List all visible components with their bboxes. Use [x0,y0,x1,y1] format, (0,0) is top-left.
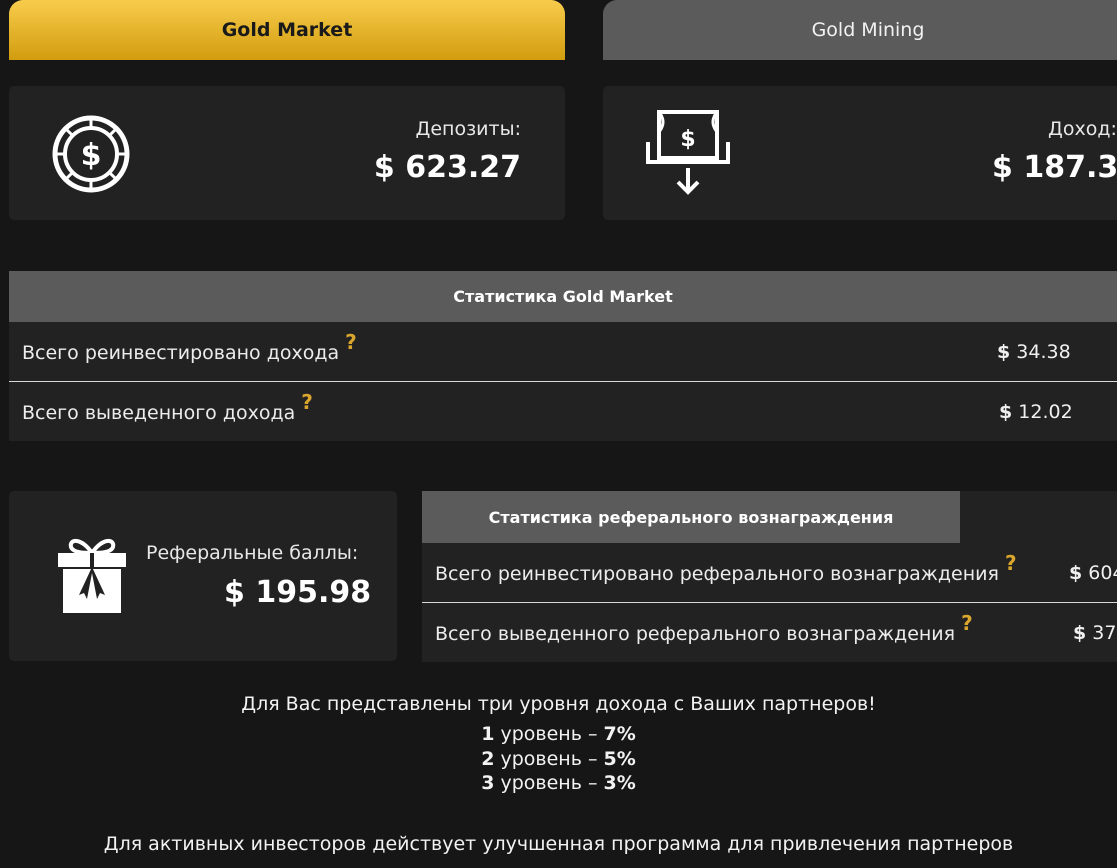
tab-gold-mining[interactable]: Gold Mining [603,0,1117,60]
tab-gold-mining-label: Gold Mining [811,19,925,41]
deposit-amount: $ 623.27 [373,150,521,185]
currency-sign: $ [999,400,1013,423]
level-percent: 7% [603,723,636,745]
table-row: Всего выведенного реферального вознаграж… [422,603,1117,662]
row-value: 604 [1088,561,1117,584]
tab-gold-market[interactable]: Gold Market [9,0,565,60]
currency-sign: $ [1069,561,1083,584]
level-text: уровень – [494,772,604,794]
svg-text:$: $ [680,127,695,152]
help-icon[interactable]: ? [961,611,973,635]
levels-intro-text: Для Вас представлены три уровня дохода с… [241,693,876,715]
tab-gold-market-label: Gold Market [221,19,353,41]
referral-points-label: Реферальные баллы: [146,542,359,564]
row-label: Всего выведенного реферального вознаграж… [435,622,956,645]
level-line: 3 уровень – 3% [0,772,1117,794]
level-text: уровень – [494,748,604,770]
dollar-coin-icon: $ [51,114,131,198]
deposit-label: Депозиты: [415,118,521,140]
currency-sign: $ [1073,621,1087,644]
level-text: уровень – [494,723,604,745]
income-label: Доход: [1048,118,1117,140]
gift-icon [57,533,127,619]
help-icon[interactable]: ? [1005,551,1017,575]
level-percent: 3% [603,772,636,794]
row-value: 12.02 [1018,400,1073,423]
referral-stats-title: Статистика реферального вознаграждения [422,491,960,543]
level-number: 2 [481,748,495,770]
help-icon[interactable]: ? [345,330,357,354]
help-icon[interactable]: ? [301,390,313,414]
row-label: Всего выведенного дохода [22,401,296,424]
currency-sign: $ [997,340,1011,363]
referral-card: Реферальные баллы: $ 195.98 [9,491,397,661]
gold-market-stats-title: Статистика Gold Market [9,271,1117,322]
svg-text:$: $ [81,138,102,173]
row-value: 34.38 [1016,340,1071,363]
gold-market-stats-table: Статистика Gold Market Всего реинвестиро… [9,271,1117,441]
level-number: 3 [481,772,495,794]
level-line: 1 уровень – 7% [0,723,1117,745]
cash-withdraw-icon: $ [645,108,731,202]
deposit-card: $ Депозиты: $ 623.27 [9,86,565,220]
level-line: 2 уровень – 5% [0,748,1117,770]
row-value: 37 [1092,621,1117,644]
row-label: Всего реинвестировано дохода [22,341,340,364]
table-row: Всего выведенного дохода? $ 12.02 [9,382,1117,441]
level-percent: 5% [603,748,636,770]
level-number: 1 [481,723,495,745]
table-row: Всего реинвестировано реферального возна… [422,543,1117,603]
table-row: Всего реинвестировано дохода? $ 34.38 [9,322,1117,382]
income-amount: $ 187.38 [992,150,1117,185]
referral-stats-table: Статистика реферального вознаграждения В… [422,491,1117,662]
row-label: Всего реинвестировано реферального возна… [435,562,999,585]
income-card: $ Доход: $ 187.38 [603,86,1117,220]
partner-program-text: Для активных инвесторов действует улучше… [103,833,1014,855]
referral-points-amount: $ 195.98 [224,575,372,610]
